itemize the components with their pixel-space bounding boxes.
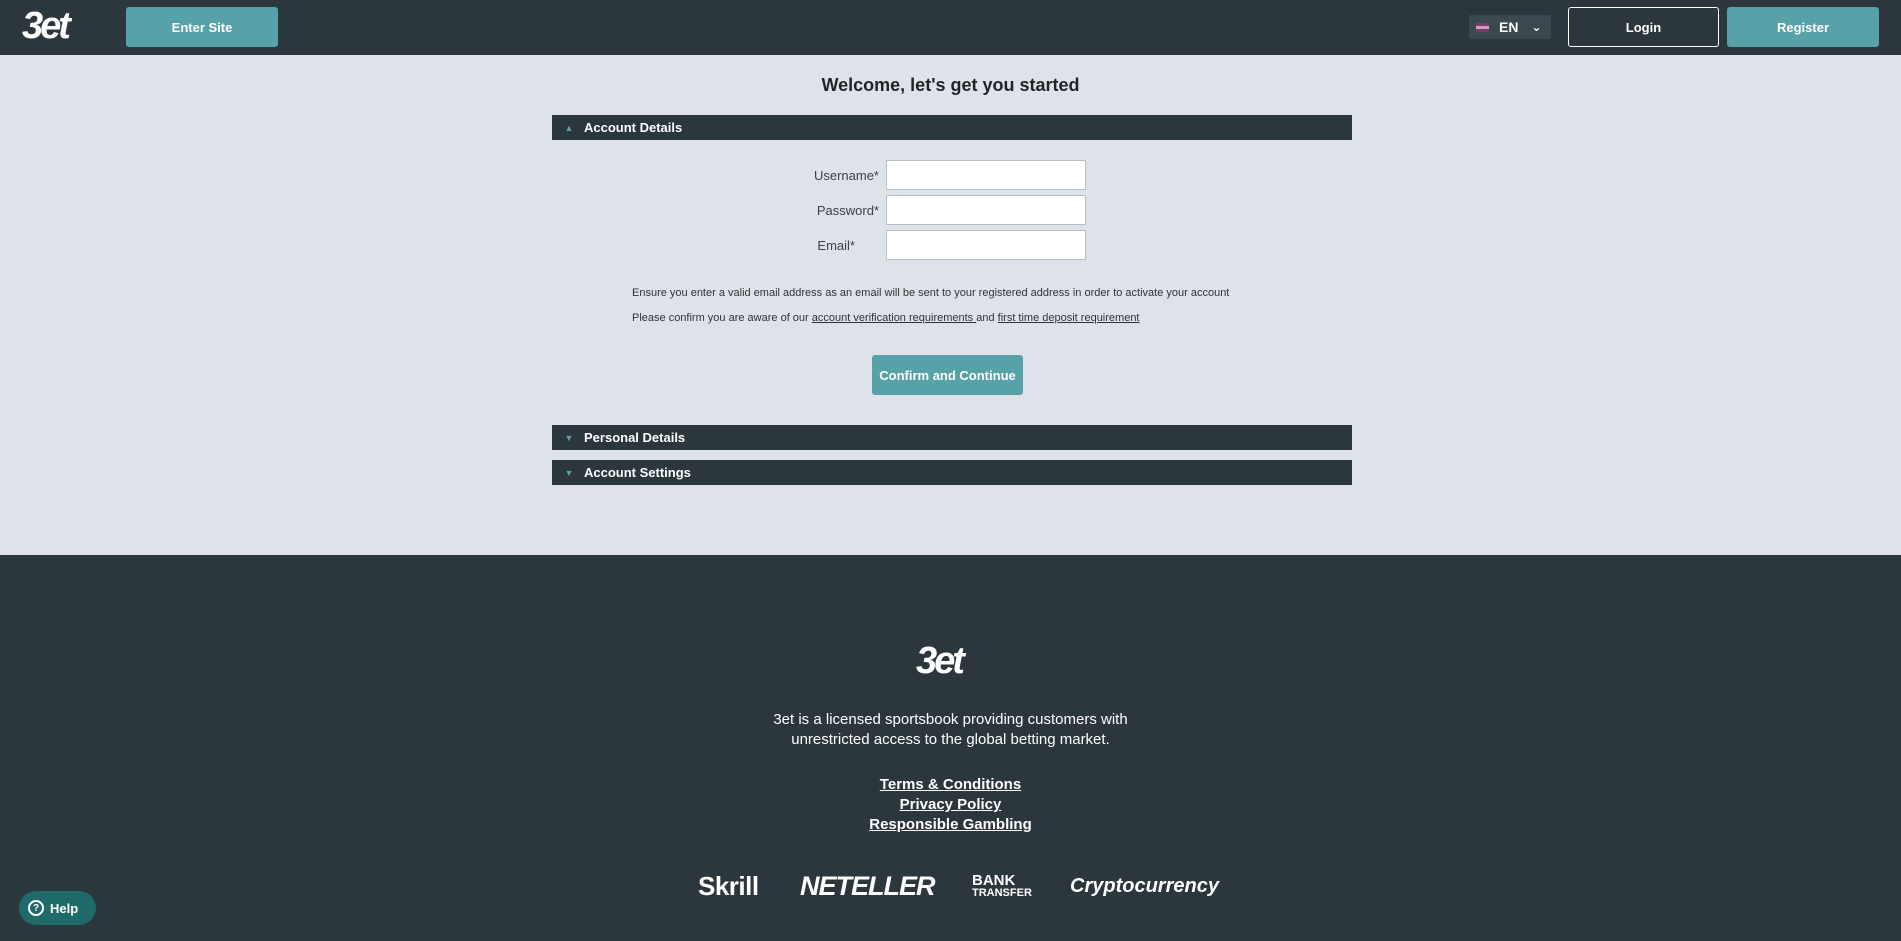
section-label: Account Details	[584, 120, 683, 135]
section-account-settings[interactable]: ▼ Account Settings	[552, 460, 1352, 485]
cryptocurrency-logo: Cryptocurrency	[1070, 875, 1219, 897]
terms-link[interactable]: Terms & Conditions	[0, 776, 1901, 793]
email-field[interactable]	[886, 230, 1086, 260]
login-button[interactable]: Login	[1568, 7, 1719, 47]
username-field[interactable]	[886, 160, 1086, 190]
footer-tagline: 3et is a licensed sportsbook providing c…	[0, 710, 1901, 750]
privacy-link[interactable]: Privacy Policy	[0, 796, 1901, 813]
enter-site-button[interactable]: Enter Site	[126, 7, 278, 47]
register-button[interactable]: Register	[1727, 7, 1879, 47]
footer-tagline-line: unrestricted access to the global bettin…	[791, 731, 1110, 748]
top-header: 3et Enter Site EN ⌄ Login Register	[0, 0, 1901, 55]
language-selector[interactable]: EN ⌄	[1469, 15, 1551, 39]
confirm-notice: Please confirm you are aware of our acco…	[632, 312, 1140, 324]
transfer-label: TRANSFER	[972, 887, 1032, 899]
password-label: Password*	[816, 203, 879, 218]
responsible-gambling-link[interactable]: Responsible Gambling	[0, 816, 1901, 833]
chevron-down-icon: ⌄	[1531, 20, 1542, 34]
deposit-requirement-link[interactable]: first time deposit requirement	[998, 312, 1140, 324]
site-footer: 3et 3et is a licensed sportsbook providi…	[0, 555, 1901, 941]
language-code: EN	[1499, 19, 1519, 35]
caret-up-icon: ▲	[564, 122, 574, 133]
confirm-notice-and: and	[976, 312, 998, 324]
neteller-logo: NETELLER	[800, 871, 936, 901]
section-label: Account Settings	[584, 465, 691, 480]
help-button[interactable]: ? Help	[19, 891, 96, 925]
help-icon: ?	[28, 900, 44, 916]
section-label: Personal Details	[584, 430, 686, 445]
email-notice: Ensure you enter a valid email address a…	[632, 287, 1230, 299]
skrill-logo: Skrill	[698, 871, 759, 901]
footer-tagline-line: 3et is a licensed sportsbook providing c…	[773, 711, 1128, 728]
confirm-notice-prefix: Please confirm you are aware of our	[632, 312, 812, 324]
confirm-continue-button[interactable]: Confirm and Continue	[872, 355, 1023, 395]
help-label: Help	[50, 900, 79, 916]
uk-flag-icon	[1476, 22, 1489, 32]
section-account-details[interactable]: ▲ Account Details	[552, 115, 1352, 140]
bank-label: BANK	[972, 872, 1016, 889]
site-logo[interactable]: 3et	[22, 6, 94, 46]
section-personal-details[interactable]: ▼ Personal Details	[552, 425, 1352, 450]
caret-down-icon: ▼	[564, 432, 574, 443]
bank-transfer-logo: BANK TRANSFER	[972, 872, 1032, 900]
verification-requirements-link[interactable]: account verification requirements	[812, 312, 976, 324]
password-field[interactable]	[886, 195, 1086, 225]
footer-logo: 3et	[916, 640, 965, 682]
page-title: Welcome, let's get you started	[821, 75, 1080, 95]
email-label: Email*	[817, 238, 855, 253]
caret-down-icon: ▼	[564, 467, 574, 478]
username-label: Username*	[813, 168, 879, 183]
